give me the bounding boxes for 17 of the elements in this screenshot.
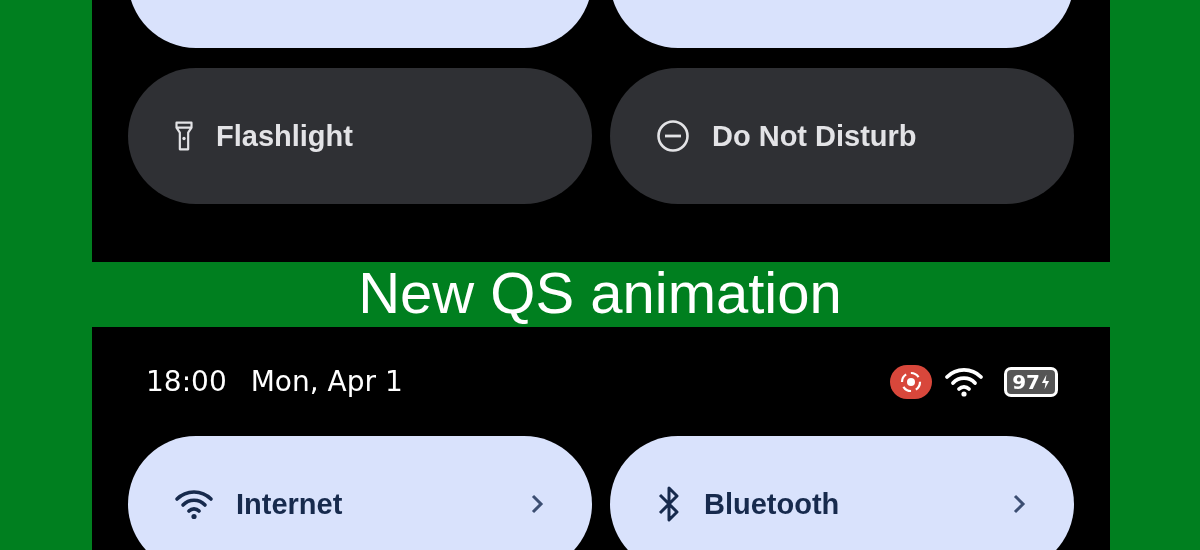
do-not-disturb-icon bbox=[656, 119, 690, 153]
tile-label: Internet bbox=[236, 487, 344, 521]
date: Mon, Apr 1 bbox=[250, 365, 403, 398]
chevron-icon bbox=[1012, 493, 1026, 515]
wifi-icon bbox=[944, 366, 985, 397]
tile-label: Bluetooth bbox=[704, 487, 841, 521]
quick-settings-tile[interactable]: Internet bbox=[128, 436, 592, 550]
tile-label: Flashlight bbox=[216, 119, 354, 153]
quick-settings-tile[interactable]: Bluetooth bbox=[610, 436, 1074, 550]
quick-settings-tile[interactable]: Do Not Disturb bbox=[610, 68, 1074, 204]
caption: New QS animation bbox=[357, 262, 843, 327]
chevron-icon bbox=[530, 493, 544, 515]
tile-label: Do Not Disturb bbox=[712, 119, 918, 153]
clock: 18:00 bbox=[146, 365, 227, 398]
quick-settings-tile[interactable]: Flashlight bbox=[128, 68, 592, 204]
wifi-icon bbox=[174, 488, 214, 520]
battery-level: 97 bbox=[1012, 370, 1040, 393]
